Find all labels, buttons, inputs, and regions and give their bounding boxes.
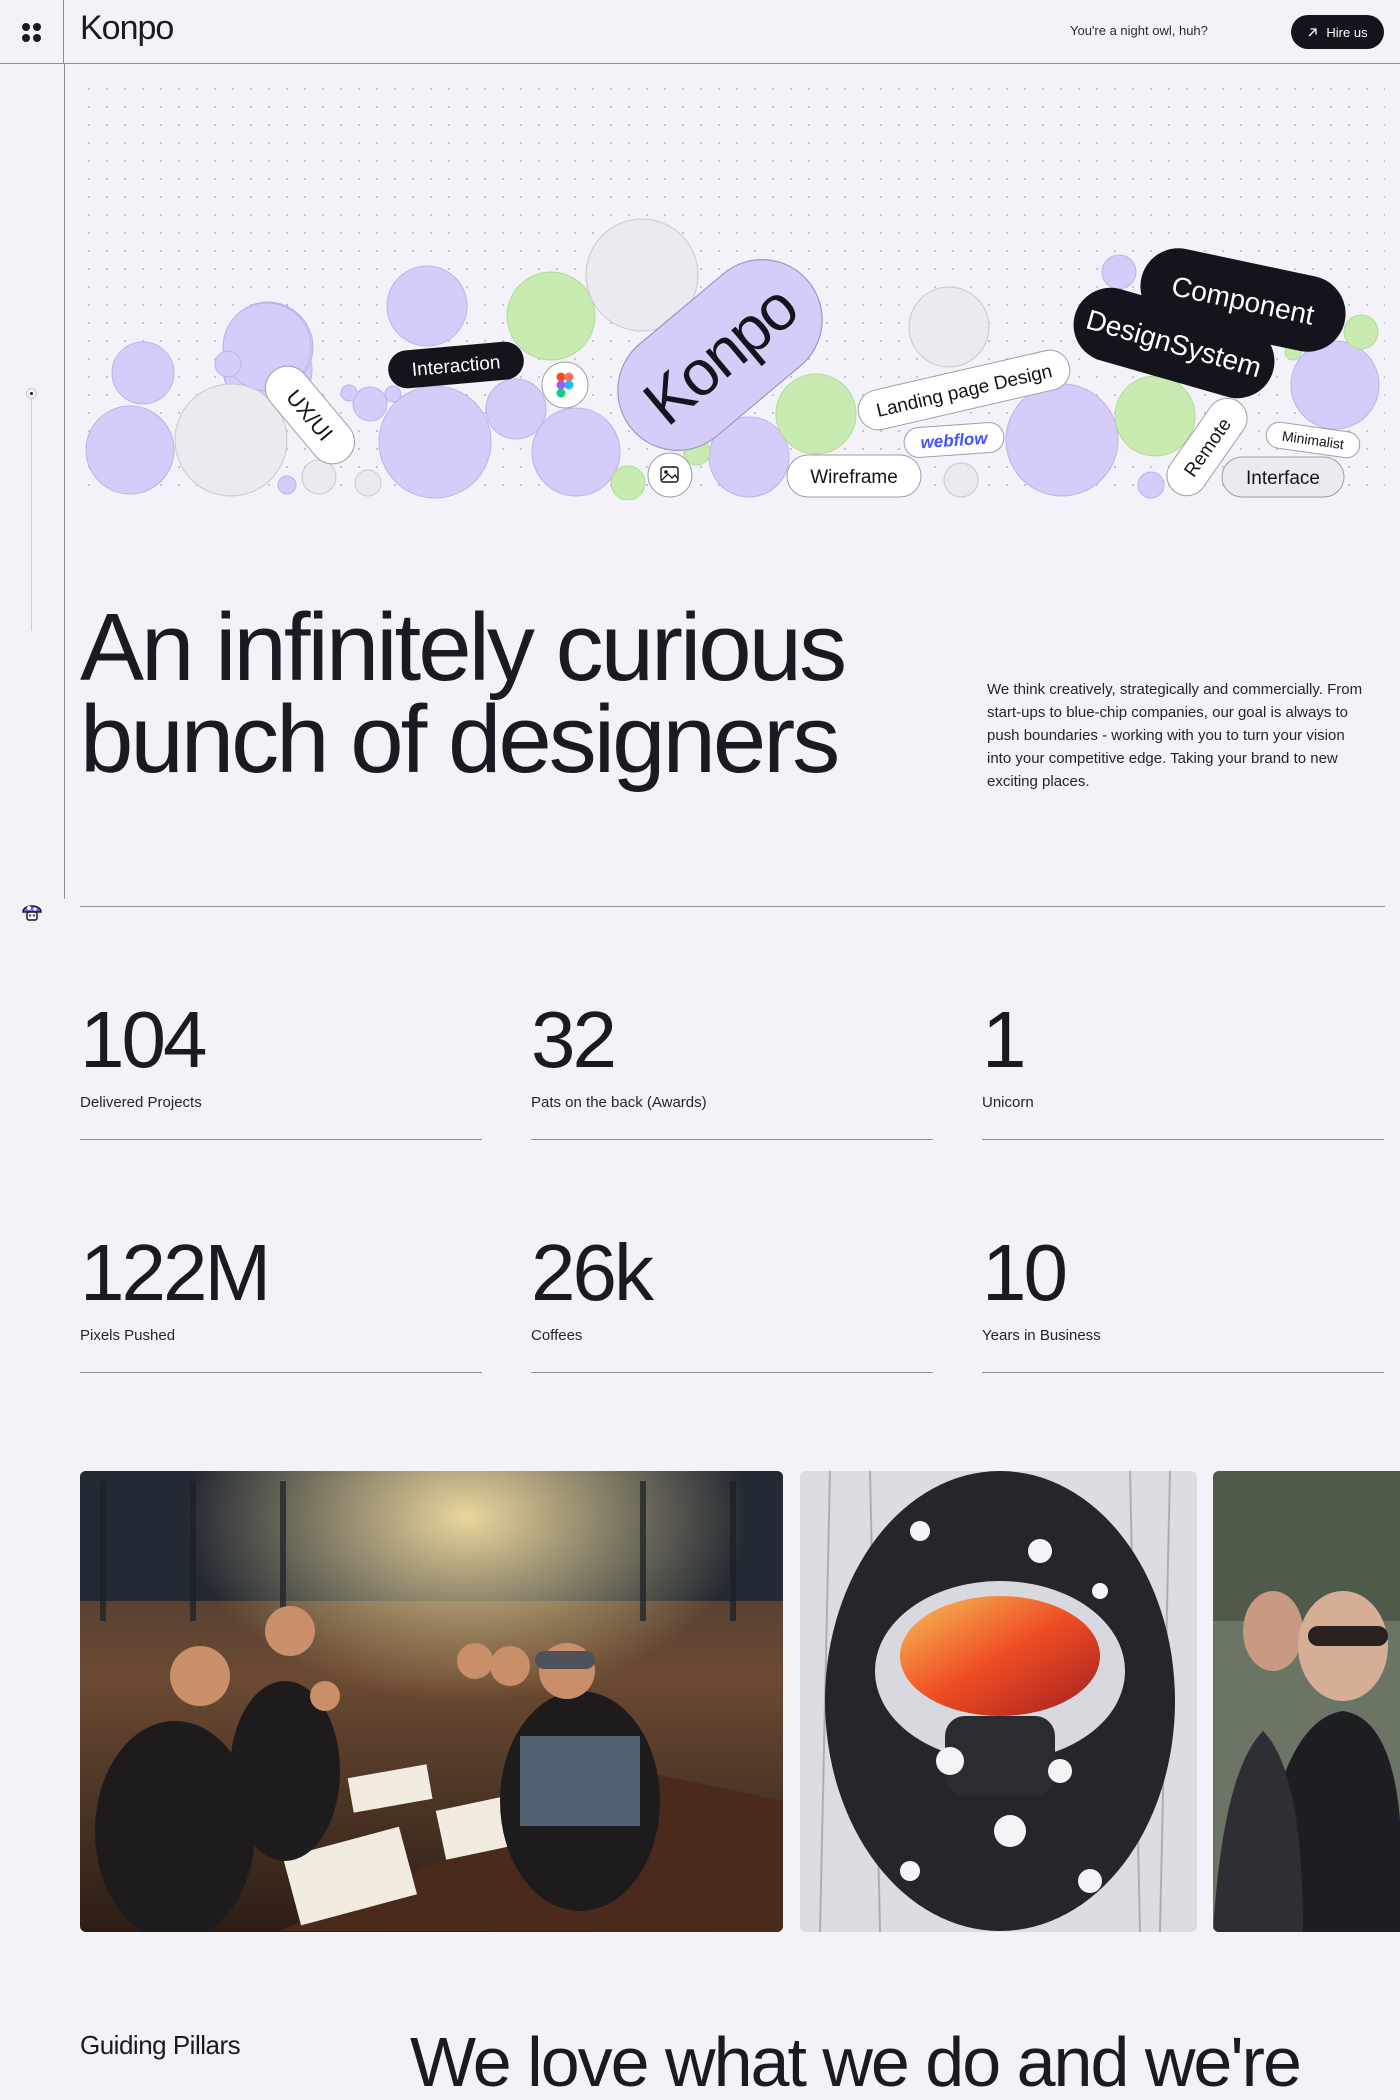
stat-value: 1: [982, 995, 1026, 1084]
stat-awards: 32 Pats on the back (Awards): [531, 940, 933, 1140]
scroll-track[interactable]: [31, 394, 32, 631]
stat-label: Coffees: [531, 1327, 583, 1344]
hire-us-label: Hire us: [1326, 24, 1368, 40]
stat-value: 122M: [80, 1228, 271, 1317]
guiding-pillars-label: Guiding Pillars: [80, 2030, 241, 2060]
interface-label: Interface: [1246, 468, 1320, 489]
left-rail: [0, 64, 65, 899]
pillars-heading: We love what we do and we're: [410, 2023, 1302, 2100]
interface-tag: Interface: [1221, 456, 1345, 498]
stat-delivered-projects: 104 Delivered Projects: [80, 940, 482, 1140]
hire-us-button[interactable]: Hire us: [1291, 15, 1384, 49]
stat-coffees: 26k Coffees: [531, 1173, 933, 1373]
team-dinner-photo[interactable]: [80, 1471, 783, 1932]
scroll-indicator[interactable]: [26, 388, 37, 399]
stat-pixels-pushed: 122M Pixels Pushed: [80, 1173, 482, 1373]
hero-canvas: Konpo UX/UI Interaction Wireframe Landin…: [80, 80, 1385, 500]
logo[interactable]: Konpo: [80, 9, 174, 48]
team-member-photo[interactable]: [1213, 1471, 1400, 1932]
mushroom-mascot-icon[interactable]: [20, 899, 44, 923]
stat-label: Pats on the back (Awards): [531, 1094, 707, 1111]
stat-label: Delivered Projects: [80, 1094, 202, 1111]
stat-value: 26k: [531, 1228, 654, 1317]
stat-value: 32: [531, 995, 617, 1084]
webflow-tag: webflow: [903, 422, 1005, 458]
page-headline: An infinitely curious bunch of designers: [80, 594, 980, 793]
stat-label: Pixels Pushed: [80, 1327, 176, 1344]
stat-unicorn: 1 Unicorn: [982, 940, 1384, 1140]
stat-label: Years in Business: [982, 1327, 1101, 1344]
wireframe-label: Wireframe: [810, 467, 898, 488]
snow-goggles-photo[interactable]: [800, 1471, 1197, 1932]
menu-button[interactable]: [0, 0, 64, 64]
stat-value: 10: [982, 1228, 1068, 1317]
stat-years: 10 Years in Business: [982, 1173, 1384, 1373]
grid-dots-icon: [22, 22, 41, 42]
headline-line-1: An infinitely curious: [80, 594, 847, 701]
stat-label: Unicorn: [982, 1094, 1034, 1111]
headline-line-2: bunch of designers: [80, 686, 840, 793]
section-divider: [80, 906, 1385, 907]
night-owl-tagline: You're a night owl, huh?: [1070, 23, 1208, 38]
image-icon: [647, 452, 693, 498]
stat-value: 104: [80, 995, 207, 1084]
wireframe-tag: Wireframe: [786, 454, 922, 498]
top-bar: Konpo You're a night owl, huh? Hire us: [0, 0, 1400, 64]
intro-paragraph: We think creatively, strategically and c…: [987, 681, 1363, 790]
arrow-up-right-icon: [1308, 27, 1318, 36]
figma-icon: [541, 361, 589, 409]
